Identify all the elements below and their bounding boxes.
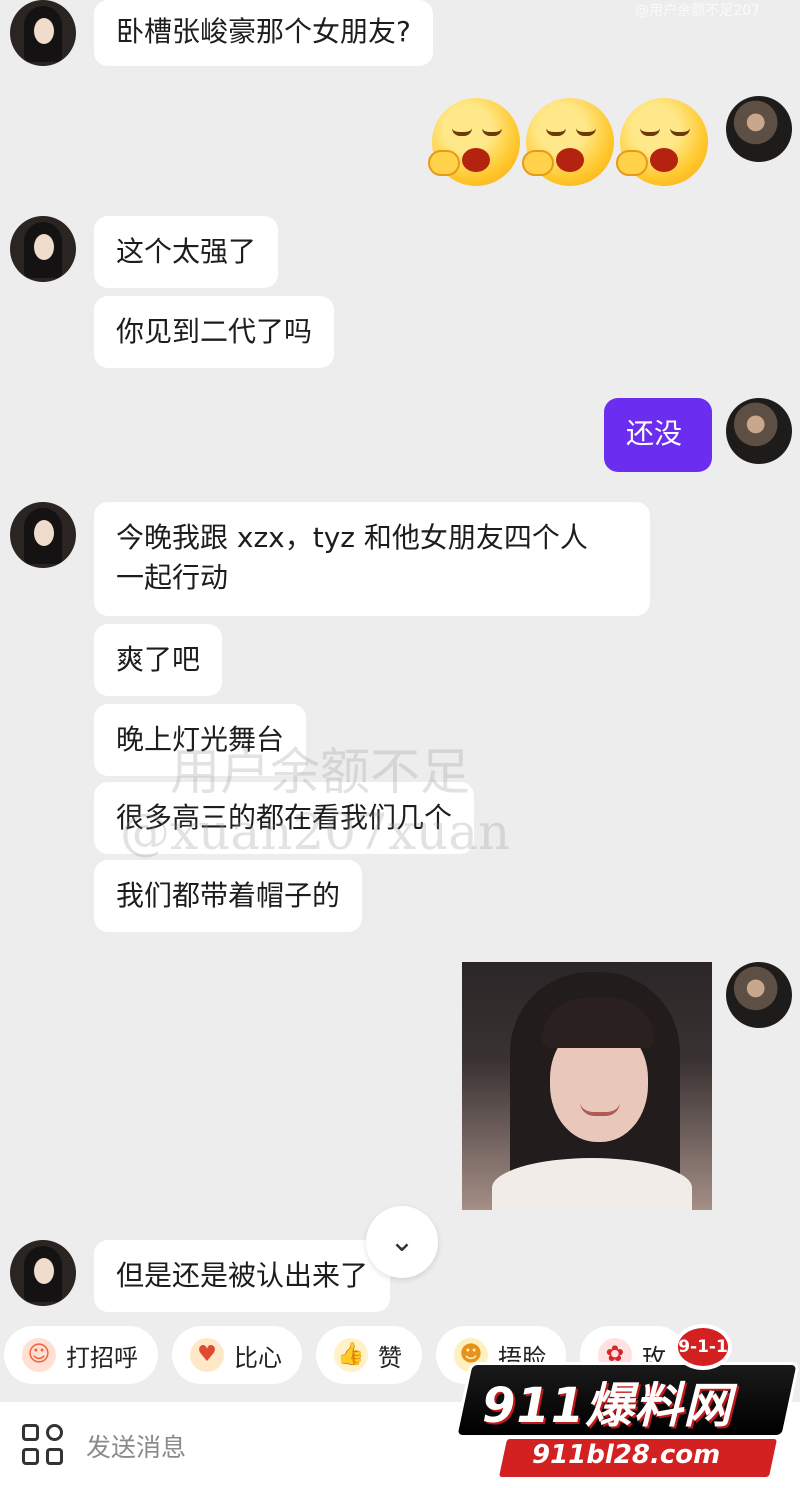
chip-label: 比心 <box>234 1343 282 1372</box>
message-bubble[interactable]: 但是还是被认出来了 <box>94 1240 391 1312</box>
contact-avatar[interactable] <box>10 0 76 66</box>
heart-hands-icon: ♥ <box>190 1338 224 1372</box>
chevron-down-icon: ⌄ <box>389 1224 415 1259</box>
apps-grid-icon[interactable] <box>22 1424 66 1468</box>
top-watermark: @用户余额不足207 <box>635 3 760 19</box>
message-bubble-mine[interactable]: 还没 <box>604 398 712 472</box>
quick-reply-like[interactable]: 👍 赞 <box>316 1326 422 1384</box>
sleepy-face-icon <box>428 98 520 186</box>
chip-label: 打招呼 <box>66 1343 138 1372</box>
sleepy-face-icon <box>616 98 708 186</box>
badge-brand-name: 911爆料网 <box>482 1378 733 1434</box>
badge-number: 9-1-1 <box>674 1324 732 1370</box>
watermark: 用户余额不足 @xuan207xuan <box>120 743 511 861</box>
scroll-to-bottom-button[interactable]: ⌄ <box>366 1206 438 1278</box>
quick-reply-wave[interactable]: ☺ 打招呼 <box>4 1326 158 1384</box>
message-bubble[interactable]: 我们都带着帽子的 <box>94 860 363 932</box>
my-avatar[interactable] <box>726 962 792 1028</box>
image-message[interactable] <box>462 962 712 1210</box>
message-bubble[interactable]: 你见到二代了吗 <box>94 296 335 368</box>
my-avatar[interactable] <box>726 398 792 464</box>
thumbs-up-icon: 👍 <box>334 1338 368 1372</box>
message-bubble[interactable]: 今晚我跟 xzx，tyz 和他女朋友四个人 一起行动 <box>94 502 650 616</box>
badge-url: 911bl28.com <box>532 1440 721 1470</box>
contact-avatar[interactable] <box>10 216 76 282</box>
message-input[interactable]: 发送消息 <box>86 1428 186 1464</box>
message-bubble[interactable]: 爽了吧 <box>94 624 223 696</box>
wave-emoji-icon: ☺ <box>22 1338 56 1372</box>
my-avatar[interactable] <box>726 96 792 162</box>
contact-avatar[interactable] <box>10 1240 76 1306</box>
chip-label: 赞 <box>378 1343 402 1372</box>
quick-reply-heart[interactable]: ♥ 比心 <box>172 1326 302 1384</box>
sleepy-face-icon <box>522 98 614 186</box>
emoji-message[interactable] <box>428 98 708 186</box>
brand-watermark: 9-1-1 911爆料网 911bl28.com <box>453 1324 800 1488</box>
message-bubble[interactable]: 这个太强了 <box>94 216 279 288</box>
contact-avatar[interactable] <box>10 502 76 568</box>
message-bubble[interactable]: 卧槽张峻豪那个女朋友? <box>94 0 433 66</box>
